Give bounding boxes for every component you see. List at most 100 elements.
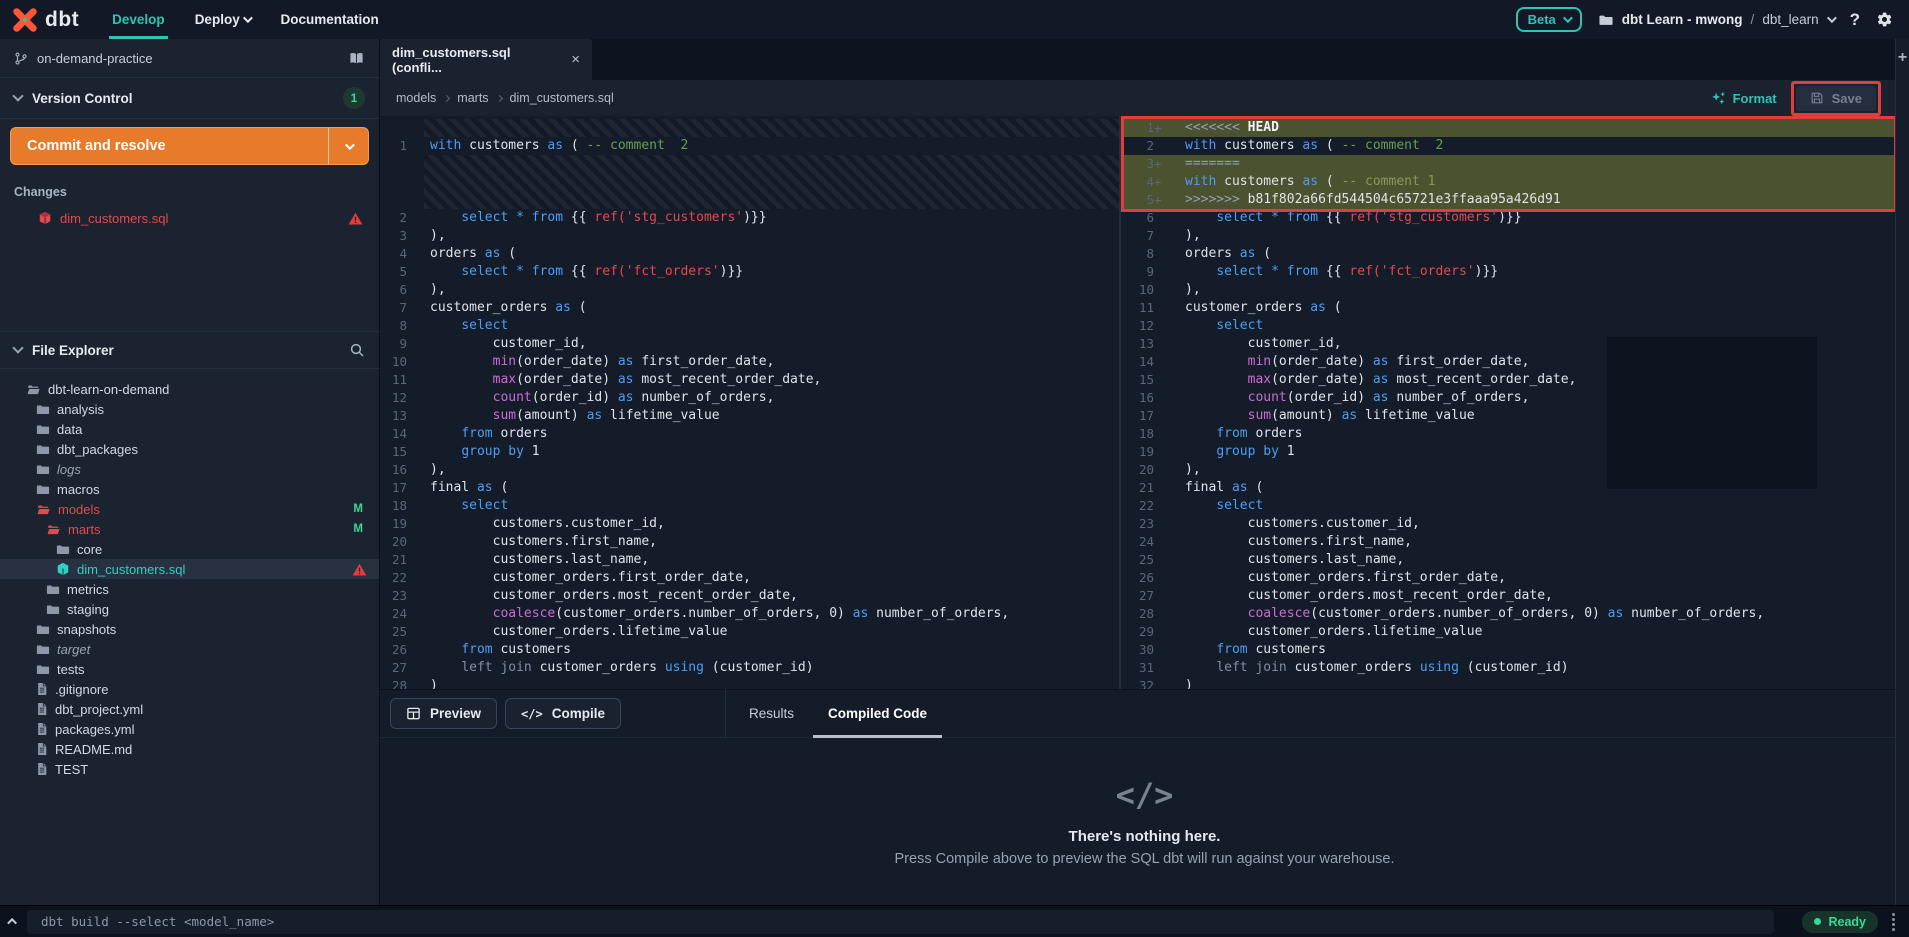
chevron-up-icon[interactable]: [7, 918, 17, 928]
tab-results[interactable]: Results: [732, 689, 811, 738]
chevron-down-icon: [12, 342, 23, 353]
search-icon[interactable]: [349, 342, 365, 358]
file-tree-item[interactable]: dbt_project.yml: [0, 699, 379, 719]
docs-book-icon[interactable]: [348, 51, 365, 66]
ready-status-badge: Ready: [1802, 911, 1878, 933]
code-line: 15 max(order_date) as most_recent_order_…: [1121, 371, 1895, 389]
branch-selector[interactable]: on-demand-practice: [0, 39, 379, 77]
file-tree-item[interactable]: dim_customers.sql: [0, 559, 379, 579]
nav-item-develop[interactable]: Develop: [97, 0, 180, 39]
folder-open-icon: [26, 383, 41, 396]
code-line: 24 customers.first_name,: [1121, 533, 1895, 551]
file-explorer-header[interactable]: File Explorer: [0, 332, 379, 368]
format-button[interactable]: Format: [1711, 91, 1777, 106]
file-tree-item[interactable]: README.md: [0, 739, 379, 759]
line-number: 4: [380, 245, 424, 263]
code-line: 5 select * from {{ ref('fct_orders')}}: [380, 263, 1119, 281]
commit-and-resolve-button[interactable]: Commit and resolve: [10, 127, 369, 165]
file-tree-item[interactable]: .gitignore: [0, 679, 379, 699]
line-number: 31: [1121, 659, 1179, 677]
folder-open-icon: [36, 503, 51, 516]
line-number: 22: [1121, 497, 1179, 515]
line-number: 19: [1121, 443, 1179, 461]
beta-button[interactable]: Beta: [1516, 7, 1582, 32]
logo-text: dbt: [45, 8, 79, 32]
code-line: 16 count(order_id) as number_of_orders,: [1121, 389, 1895, 407]
file-tree-item[interactable]: data: [0, 419, 379, 439]
breadcrumb-models[interactable]: models: [396, 91, 436, 105]
file-tree-item[interactable]: modelsM: [0, 499, 379, 519]
settings-gear-icon[interactable]: [1876, 11, 1893, 28]
file-tree-label: TEST: [55, 762, 88, 777]
breadcrumb-marts[interactable]: marts: [457, 91, 488, 105]
editor-tab[interactable]: dim_customers.sql (confli... ×: [380, 39, 592, 80]
tab-close-icon[interactable]: ×: [571, 51, 580, 68]
file-tree-item[interactable]: tests: [0, 659, 379, 679]
new-tab-plus-icon[interactable]: +: [1896, 49, 1909, 67]
file-tree-item[interactable]: analysis: [0, 399, 379, 419]
file-tree-item[interactable]: dbt-learn-on-demand: [0, 379, 379, 399]
chevron-down-icon: [1563, 13, 1573, 23]
right-code-pane[interactable]: 1+<<<<<<< HEAD 2 with customers as ( -- …: [1121, 116, 1909, 689]
file-tree-label: core: [77, 542, 102, 557]
code-line: 7customer_orders as (: [380, 299, 1119, 317]
line-number: 7: [380, 299, 424, 317]
version-control-header[interactable]: Version Control 1: [0, 78, 379, 118]
code-slash-icon: </>: [1116, 776, 1174, 814]
file-tree-item[interactable]: core: [0, 539, 379, 559]
file-tree-item[interactable]: macros: [0, 479, 379, 499]
file-tree-label: README.md: [55, 742, 132, 757]
file-tree-label: .gitignore: [55, 682, 108, 697]
file-tree-item[interactable]: martsM: [0, 519, 379, 539]
more-menu-icon[interactable]: [1888, 913, 1899, 931]
line-number: 23: [380, 587, 424, 605]
project-breadcrumb[interactable]: dbt Learn - mwong / dbt_learn: [1598, 12, 1834, 27]
line-number: 18: [380, 497, 424, 515]
diff-editor[interactable]: 1with customers as ( -- comment 2 2 sele…: [380, 116, 1909, 689]
save-highlight-ring: Save: [1791, 81, 1881, 116]
code-line: 4+with customers as ( -- comment 1: [1121, 173, 1895, 191]
commit-dropdown-toggle[interactable]: [328, 128, 368, 164]
line-number: 6: [380, 281, 424, 299]
tab-compiled-code[interactable]: Compiled Code: [811, 689, 944, 738]
dbt-logo[interactable]: dbt: [0, 7, 97, 33]
folder-icon: [36, 663, 50, 676]
code-line: 9 customer_id,: [380, 335, 1119, 353]
file-tree-item[interactable]: dbt_packages: [0, 439, 379, 459]
diff-filler: [380, 155, 1119, 209]
file-tree-item[interactable]: staging: [0, 599, 379, 619]
project-name: dbt_learn: [1762, 12, 1818, 27]
code-line: 1+<<<<<<< HEAD: [1121, 119, 1895, 137]
command-input[interactable]: dbt build --select <model_name>: [27, 910, 1774, 934]
model-icon: [56, 562, 70, 576]
nav-item-deploy[interactable]: Deploy: [180, 0, 266, 39]
code-line: 28): [380, 677, 1119, 689]
file-tree-item[interactable]: target: [0, 639, 379, 659]
line-number: 22: [380, 569, 424, 587]
code-line: 30 from customers: [1121, 641, 1895, 659]
branch-name: on-demand-practice: [37, 51, 153, 66]
file-tree-item[interactable]: logs: [0, 459, 379, 479]
code-line: 19 customers.customer_id,: [380, 515, 1119, 533]
chevron-right-icon: [443, 94, 450, 101]
file-tree-item[interactable]: TEST: [0, 759, 379, 779]
changed-file-item[interactable]: dim_customers.sql: [0, 207, 379, 229]
folder-icon: [46, 583, 60, 596]
warning-icon: [352, 563, 379, 576]
help-button[interactable]: ?: [1850, 10, 1860, 30]
compile-button[interactable]: </> Compile: [505, 698, 621, 729]
line-number: 32: [1121, 677, 1179, 689]
save-button[interactable]: Save: [1796, 86, 1876, 111]
file-icon: [36, 682, 48, 696]
preview-button[interactable]: Preview: [390, 698, 497, 729]
code-line: 6),: [380, 281, 1119, 299]
file-tree-item[interactable]: packages.yml: [0, 719, 379, 739]
nav-item-documentation[interactable]: Documentation: [265, 0, 393, 39]
file-tree-item[interactable]: metrics: [0, 579, 379, 599]
breadcrumb-file[interactable]: dim_customers.sql: [510, 91, 614, 105]
sidebar: on-demand-practice Version Control 1 Com…: [0, 39, 380, 905]
left-code-pane[interactable]: 1with customers as ( -- comment 2 2 sele…: [380, 116, 1119, 689]
account-name: dbt Learn - mwong: [1622, 12, 1743, 27]
code-line: 27 left join customer_orders using (cust…: [380, 659, 1119, 677]
file-tree-item[interactable]: snapshots: [0, 619, 379, 639]
